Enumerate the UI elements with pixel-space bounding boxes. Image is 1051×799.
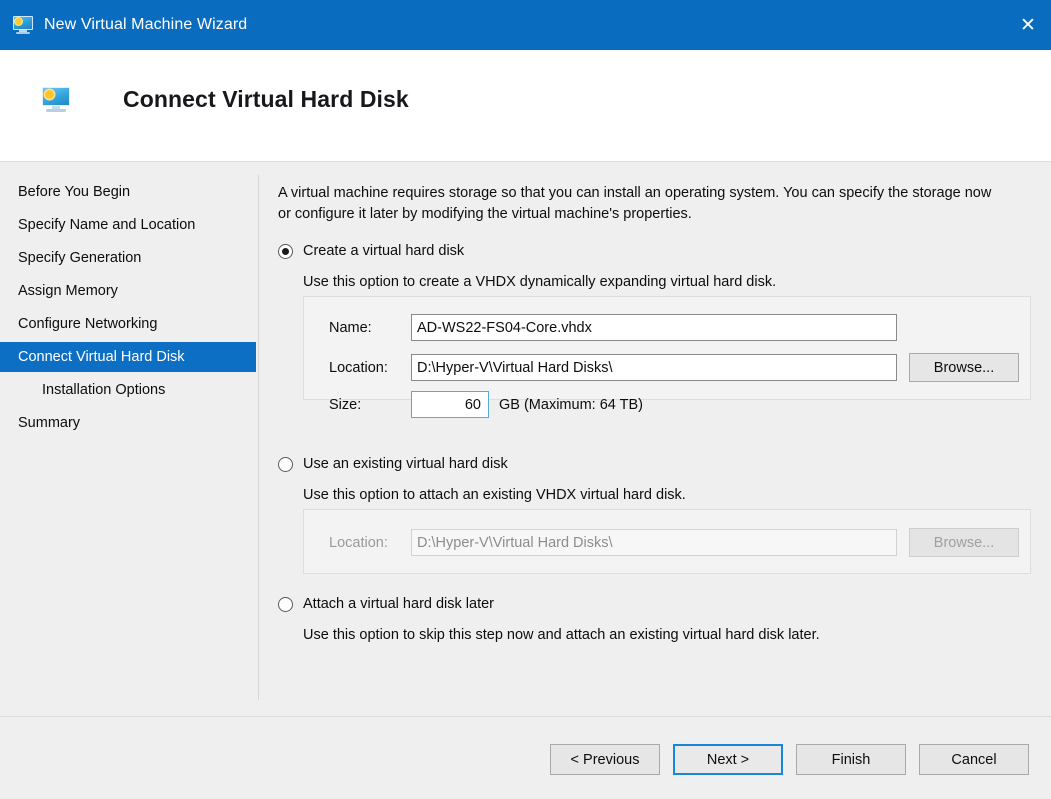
radio-label: Create a virtual hard disk [303, 243, 465, 259]
wizard-footer: < Previous Next > Finish Cancel [0, 716, 1051, 799]
radio-attach-virtual-hard-disk-later[interactable]: Attach a virtual hard disk later [278, 596, 494, 612]
sidebar-item-label: Configure Networking [18, 316, 158, 332]
sidebar-item-installation-options[interactable]: Installation Options [0, 375, 256, 405]
finish-button[interactable]: Finish [796, 744, 906, 775]
close-icon[interactable]: ✕ [1005, 0, 1051, 50]
radio-indicator [278, 456, 293, 472]
sidebar-item-label: Connect Virtual Hard Disk [18, 349, 185, 365]
create-disk-groupbox: Name: Location: Browse... Size: GB (Maxi… [303, 296, 1031, 418]
browse-button[interactable]: Browse... [909, 353, 1019, 382]
sidebar-item-label: Before You Begin [18, 184, 131, 200]
existing-browse-button: Browse... [909, 528, 1019, 557]
sidebar-item-label: Assign Memory [18, 283, 118, 299]
existing-disk-groupbox: Location: Browse... [303, 509, 1031, 574]
sidebar-item-assign-memory[interactable]: Assign Memory [0, 276, 256, 306]
sidebar-content-divider [258, 175, 259, 700]
name-field-row: Name: [329, 314, 897, 341]
page-title: Connect Virtual Hard Disk [123, 86, 409, 112]
location-label: Location: [329, 359, 388, 376]
cancel-button[interactable]: Cancel [919, 744, 1029, 775]
sidebar-item-label: Specify Name and Location [18, 217, 196, 233]
existing-location-input [411, 529, 897, 556]
radio-create-virtual-hard-disk[interactable]: Create a virtual hard disk [278, 243, 464, 259]
sidebar-item-summary[interactable]: Summary [0, 408, 256, 438]
sidebar-item-specify-name-and-location[interactable]: Specify Name and Location [0, 210, 256, 240]
location-field-row: Location: Browse... [329, 353, 1019, 382]
vm-monitor-icon [12, 14, 34, 36]
wizard-body: Before You Begin Specify Name and Locati… [0, 163, 1051, 716]
radio-label: Use an existing virtual hard disk [303, 456, 508, 472]
existing-location-label: Location: [329, 534, 388, 551]
radio-use-existing-virtual-hard-disk[interactable]: Use an existing virtual hard disk [278, 456, 508, 472]
attach-later-description: Use this option to skip this step now an… [303, 627, 820, 643]
name-label: Name: [329, 319, 372, 336]
sidebar-item-connect-virtual-hard-disk[interactable]: Connect Virtual Hard Disk [0, 342, 256, 372]
location-input[interactable] [411, 354, 897, 381]
previous-button[interactable]: < Previous [550, 744, 660, 775]
name-input[interactable] [411, 314, 897, 341]
size-input[interactable] [411, 391, 489, 418]
window-titlebar: New Virtual Machine Wizard ✕ [0, 0, 1051, 50]
sidebar-item-specify-generation[interactable]: Specify Generation [0, 243, 256, 273]
sidebar-item-before-you-begin[interactable]: Before You Begin [0, 177, 256, 207]
existing-location-field-row: Location: Browse... [329, 528, 1019, 557]
window-title: New Virtual Machine Wizard [44, 16, 248, 33]
vm-monitor-icon [40, 85, 72, 115]
sidebar-item-label: Specify Generation [18, 250, 142, 266]
radio-label: Attach a virtual hard disk later [303, 596, 495, 612]
wizard-header: Connect Virtual Hard Disk [0, 50, 1051, 162]
sidebar-item-label: Summary [18, 415, 81, 431]
sidebar-item-configure-networking[interactable]: Configure Networking [0, 309, 256, 339]
size-label: Size: [329, 396, 362, 413]
intro-text: A virtual machine requires storage so th… [278, 185, 992, 222]
existing-disk-description: Use this option to attach an existing VH… [303, 487, 686, 503]
radio-indicator [278, 596, 293, 612]
size-unit-text: GB (Maximum: 64 TB) [499, 396, 643, 413]
wizard-content-pane: A virtual machine requires storage so th… [278, 163, 1038, 716]
next-button[interactable]: Next > [673, 744, 783, 775]
sidebar-item-label: Installation Options [42, 382, 166, 398]
create-disk-description: Use this option to create a VHDX dynamic… [303, 274, 777, 290]
radio-indicator [278, 243, 293, 259]
wizard-steps-sidebar: Before You Begin Specify Name and Locati… [0, 163, 256, 716]
size-field-row: Size: GB (Maximum: 64 TB) [329, 391, 643, 418]
